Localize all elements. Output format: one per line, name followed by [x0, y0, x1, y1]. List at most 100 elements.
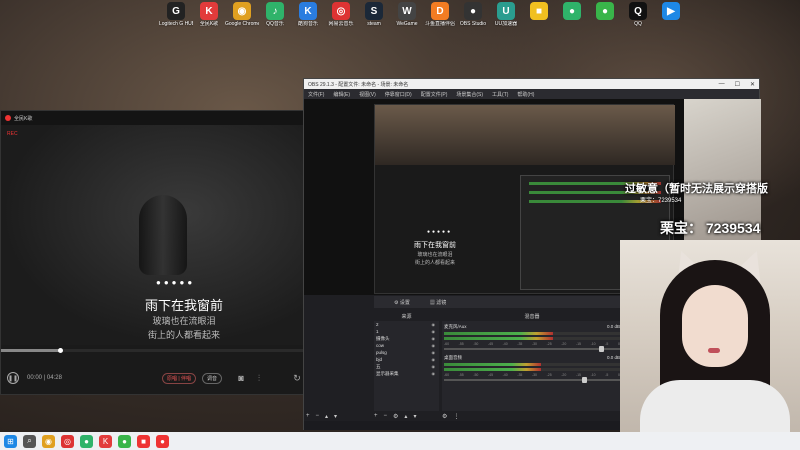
desktop-icon[interactable]: ● OBS Studio — [457, 2, 489, 27]
obs-menu-item[interactable]: 配置文件(P) — [421, 91, 448, 98]
desktop-icon[interactable]: ■ — [523, 2, 555, 27]
desktop-icons: G Logitech G HUB K 全民K歌 ◉ Google Chrome ♪ QQ音乐 K… — [159, 2, 688, 27]
settings-tab[interactable]: ⚙ 设置 — [394, 299, 420, 306]
taskbar-app-icon[interactable]: ■ — [137, 434, 150, 448]
taskbar-app-icon[interactable]: ⌕ — [23, 434, 36, 448]
obs-minimize-button[interactable]: — — [719, 81, 725, 87]
mixer-settings-button[interactable]: ⚙ — [442, 413, 447, 420]
desktop-icon[interactable]: ● — [556, 2, 588, 27]
volume-knob[interactable] — [581, 377, 587, 383]
taskbar-app-icon[interactable]: ◉ — [42, 434, 55, 448]
obs-menu-item[interactable]: 视图(V) — [359, 91, 376, 98]
scene-up-button[interactable]: ▴ — [325, 413, 328, 420]
desktop-icon[interactable]: Ssteam — [358, 2, 390, 27]
volume-slider[interactable] — [444, 377, 620, 383]
source-name: 显示器采集 — [376, 370, 399, 376]
desktop-icon[interactable]: Q QQ — [622, 2, 654, 27]
audio-meter — [444, 337, 620, 340]
pause-button[interactable]: ❚❚ — [7, 372, 19, 384]
source-name: cow — [376, 343, 385, 348]
visibility-icon[interactable]: ◉ — [432, 371, 436, 376]
desktop-icon[interactable]: D 斗鱼直播伴侣 — [424, 2, 456, 27]
obs-menu-item[interactable]: 帮助(H) — [517, 91, 534, 98]
desktop-icon[interactable]: ♪ QQ音乐 — [259, 2, 291, 27]
taskbar-app-icon[interactable]: ● — [156, 434, 169, 448]
desktop-icon[interactable]: K 酷狗音乐 — [292, 2, 324, 27]
taskbar-app-icon[interactable]: K — [99, 434, 112, 448]
add-scene-button[interactable]: + — [306, 413, 310, 419]
obs-close-button[interactable]: ✕ — [750, 81, 755, 88]
camera-icon[interactable]: ◙ — [236, 373, 246, 383]
desktop-icon[interactable]: ▶ — [655, 2, 687, 27]
visibility-icon[interactable]: ◉ — [432, 343, 436, 348]
mixer-channel-db: 0.0 dB — [606, 355, 620, 360]
add-source-button[interactable]: + — [374, 413, 378, 419]
taskbar-app-icon[interactable]: ● — [118, 434, 131, 448]
desktop-icon-label: UU加速器 — [494, 21, 518, 27]
source-settings-button[interactable]: ⚙ — [393, 413, 398, 420]
meter-tick: -45 — [487, 373, 494, 377]
stream-overlay-id-small: 栗宝：7239534 — [640, 198, 682, 204]
volume-slider[interactable] — [444, 346, 620, 352]
app-icon: W — [398, 2, 416, 20]
desktop-icon[interactable]: ◉ Google Chrome — [225, 2, 259, 27]
visibility-icon[interactable]: ◉ — [432, 322, 436, 327]
visibility-icon[interactable]: ◉ — [432, 364, 436, 369]
obs-menu-item[interactable]: 文件(F) — [308, 91, 324, 98]
source-down-button[interactable]: ▾ — [413, 413, 416, 420]
desktop-icon[interactable]: G Logitech G HUB — [159, 2, 193, 27]
obs-menu-item[interactable]: 停靠窗口(D) — [385, 91, 412, 98]
obs-maximize-button[interactable]: ☐ — [735, 81, 740, 88]
desktop-icon[interactable]: ◎ 网易云音乐 — [325, 2, 357, 27]
taskbar-app-icon[interactable]: ⊞ — [4, 434, 17, 448]
obs-menu-item[interactable]: 编辑(E) — [333, 91, 350, 98]
equalizer-icon[interactable]: ⫶ — [254, 373, 264, 383]
meter-tick: -20 — [561, 342, 567, 346]
taskbar-app-icon[interactable]: ● — [80, 434, 93, 448]
obs-menu-item[interactable]: 工具(T) — [492, 91, 508, 98]
source-row[interactable]: bjd ◉ — [374, 356, 439, 363]
source-row[interactable]: 2 ◉ — [374, 321, 439, 328]
visibility-icon[interactable]: ◉ — [432, 336, 436, 341]
visibility-icon[interactable]: ◉ — [432, 357, 436, 362]
visibility-icon[interactable]: ◉ — [432, 329, 436, 334]
desktop-icon[interactable]: ● — [589, 2, 621, 27]
mixer-header: 混音器 — [524, 314, 540, 320]
app-icon: K — [200, 2, 218, 20]
scene-down-button[interactable]: ▾ — [334, 413, 337, 420]
loop-icon[interactable]: ↻ — [292, 373, 302, 383]
filters-tab[interactable]: ▦ 滤镜 — [430, 299, 456, 306]
source-row[interactable]: pulsg ◉ — [374, 349, 439, 356]
desktop-icon-label: 斗鱼直播伴侣 — [424, 21, 455, 27]
remove-scene-button[interactable]: − — [316, 413, 320, 419]
app-icon: ♪ — [266, 2, 284, 20]
visibility-icon[interactable]: ◉ — [432, 350, 436, 355]
source-row[interactable]: 1 ◉ — [374, 328, 439, 335]
audio-meter — [444, 368, 620, 371]
desktop-icon[interactable]: U UU加速器 — [490, 2, 522, 27]
source-dock-buttons: + − ⚙ ▴ ▾ — [374, 411, 422, 421]
vocal-toggle[interactable]: 原唱 | 伴唱 — [161, 372, 197, 384]
source-row[interactable]: 五 ◉ — [374, 363, 439, 370]
obs-menu-item[interactable]: 场景集合(S) — [456, 91, 483, 98]
desktop-icon[interactable]: W WeGame — [391, 2, 423, 27]
volume-knob[interactable] — [599, 346, 605, 352]
audio-mixer: 麦克风/Aux 0.0 dB -60 -55 -50 -45 -40 -35 -30 -25 -20… — [442, 321, 622, 411]
app-icon: ● — [596, 2, 614, 20]
remove-source-button[interactable]: − — [384, 413, 388, 419]
source-name: 摄像头 — [376, 335, 390, 341]
source-row[interactable]: 显示器采集 ◉ — [374, 370, 439, 377]
meter-ticks: -60 -55 -50 -45 -40 -35 -30 -25 -20 -15 -10 -5 0 — [444, 342, 620, 346]
mixer-menu-button[interactable]: ⋮ — [453, 413, 459, 420]
rec-indicator: REC — [7, 131, 18, 137]
time-current: 00:00 — [27, 375, 43, 381]
sources-list: 2 ◉ 1 ◉ 摄像头 ◉ cow ◉ pulsg ◉ bjd ◉ 五 ◉ 显示器采集 ◉ — [374, 321, 439, 411]
source-row[interactable]: 摄像头 ◉ — [374, 335, 439, 342]
desktop-icon-label: Google Chrome — [225, 21, 259, 27]
source-row[interactable]: cow ◉ — [374, 342, 439, 349]
desktop-icon[interactable]: K 全民K歌 — [193, 2, 225, 27]
tuning-button[interactable]: 调音 — [202, 372, 223, 384]
progress-knob[interactable] — [57, 348, 63, 353]
taskbar-app-icon[interactable]: ◎ — [61, 434, 74, 448]
source-up-button[interactable]: ▴ — [404, 413, 407, 420]
